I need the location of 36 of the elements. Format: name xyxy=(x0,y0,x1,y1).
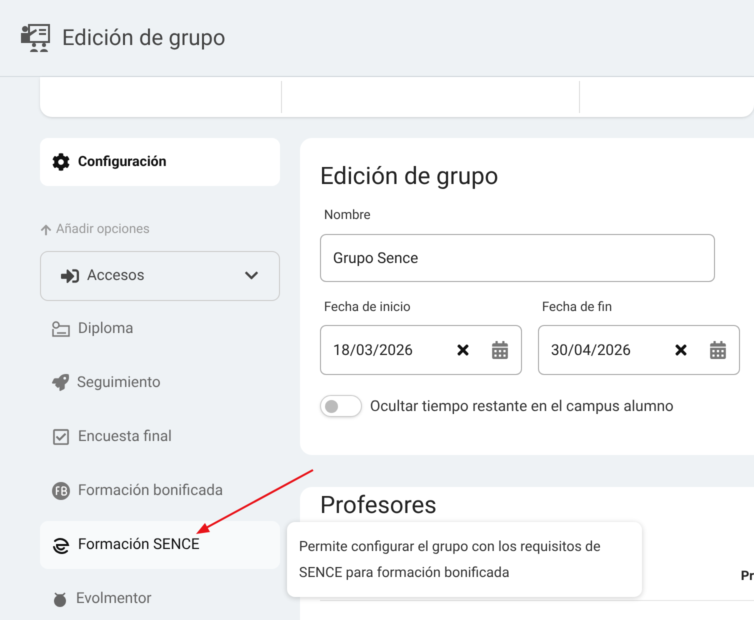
card-title: Edición de grupo xyxy=(320,161,500,192)
sign-in-icon xyxy=(61,266,79,284)
accesos-dropdown[interactable]: Accesos xyxy=(40,250,280,300)
field-label: Fecha de fin xyxy=(542,298,614,316)
field-label: Nombre xyxy=(324,207,372,225)
calendar-icon[interactable] xyxy=(491,341,509,359)
sidebar-item[interactable]: Seguimiento xyxy=(40,358,280,406)
sidebar-item[interactable]: Diploma xyxy=(40,304,280,352)
card-title: Profesores xyxy=(320,490,438,520)
page-title: Edición de grupo xyxy=(62,24,226,52)
section-label: Añadir opciones xyxy=(56,221,150,239)
toggle-label: Ocultar tiempo restante en el campus alumno xyxy=(370,396,674,417)
settings-icon xyxy=(52,153,70,171)
certificate-icon xyxy=(52,320,70,336)
clear-icon[interactable] xyxy=(455,342,471,358)
date-field[interactable]: 30/04/2026 xyxy=(538,325,740,375)
fb-circle-icon xyxy=(52,482,70,500)
tooltip-text: Permite configurar el grupo con los requisitos de SENCE para formación bonificada xyxy=(299,538,602,583)
sidebar-item[interactable]: Formación bonificada xyxy=(40,466,280,514)
date-field[interactable]: 18/03/2026 xyxy=(320,325,522,375)
sidebar-item[interactable]: Configuración xyxy=(40,138,280,186)
name-field[interactable]: Grupo Sence xyxy=(320,234,715,282)
arrow-up-icon xyxy=(40,224,52,236)
sidebar-item[interactable]: Formación SENCE xyxy=(40,520,280,568)
teacher-board-icon xyxy=(20,24,50,52)
sidebar-item[interactable]: Evolmentor xyxy=(40,574,280,620)
swirl-logo-icon xyxy=(52,536,70,554)
sidebar-item[interactable]: Encuesta final xyxy=(40,412,280,460)
calendar-icon[interactable] xyxy=(709,341,727,359)
round-robot-icon xyxy=(52,590,68,606)
rocket-icon xyxy=(52,374,69,391)
field-label: Fecha de inicio xyxy=(324,298,412,316)
checkbox-icon xyxy=(52,428,70,446)
column-header: Pr xyxy=(740,568,754,586)
toggle-switch[interactable] xyxy=(320,395,362,418)
clear-icon[interactable] xyxy=(673,342,689,358)
